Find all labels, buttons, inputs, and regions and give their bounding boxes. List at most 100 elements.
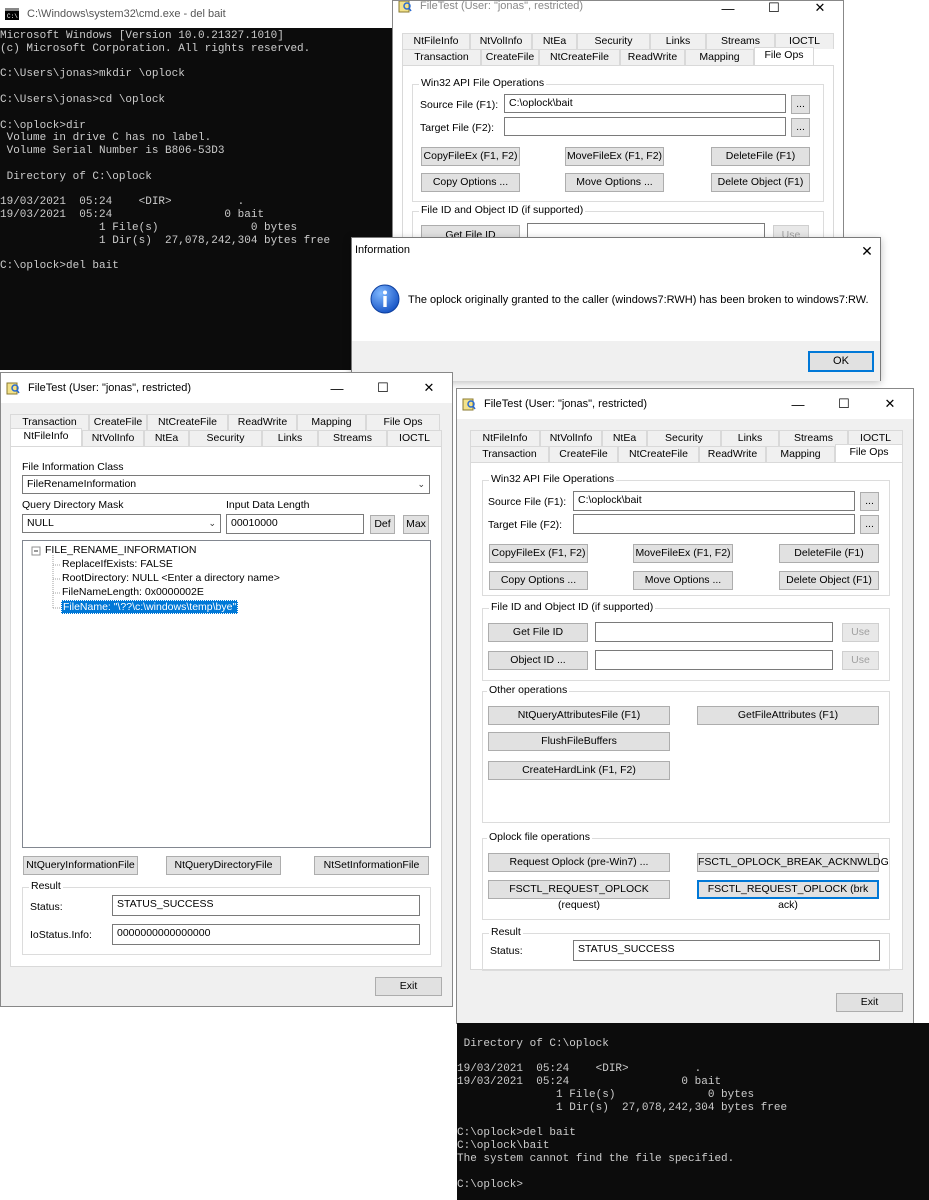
max-button[interactable]: Max: [403, 515, 429, 534]
deletefile-button[interactable]: DeleteFile (F1): [779, 544, 879, 563]
tree-node-file-name-length[interactable]: FileNameLength: 0x0000002E: [62, 586, 204, 598]
getfileattributes-button[interactable]: GetFileAttributes (F1): [697, 706, 879, 725]
deletefile-button[interactable]: DeleteFile (F1): [711, 147, 810, 166]
tab-file-ops[interactable]: File Ops: [835, 444, 903, 462]
info-class-combo[interactable]: FileRenameInformation ⌄: [22, 475, 430, 494]
oplock-break-ack-button[interactable]: FSCTL_OPLOCK_BREAK_ACKNWLDG: [697, 853, 889, 872]
file-id-input[interactable]: [595, 622, 833, 642]
delete-object-button[interactable]: Delete Object (F1): [779, 571, 879, 590]
move-options-button[interactable]: Move Options ...: [565, 173, 664, 192]
tab-security[interactable]: Security: [647, 430, 721, 446]
source-file-input[interactable]: C:\oplock\bait: [573, 491, 855, 511]
movefileex-button[interactable]: MoveFileEx (F1, F2): [633, 544, 733, 563]
tab-transaction[interactable]: Transaction: [470, 446, 549, 462]
tab-ntfileinfo[interactable]: NtFileInfo: [402, 33, 470, 49]
object-id-button[interactable]: Object ID ...: [488, 651, 588, 670]
tab-security[interactable]: Security: [189, 430, 262, 446]
tab-ntea[interactable]: NtEa: [602, 430, 647, 446]
filetest-top-titlebar: FileTest (User: "jonas", restricted) — ☐…: [393, 1, 843, 15]
tab-createfile[interactable]: CreateFile: [89, 414, 147, 430]
cmd-output[interactable]: Microsoft Windows [Version 10.0.21327.10…: [0, 30, 392, 370]
tab-streams[interactable]: Streams: [318, 430, 387, 446]
use-file-id-button[interactable]: Use: [842, 623, 879, 642]
tree-node-replace-if-exists[interactable]: ReplaceIfExists: FALSE: [62, 558, 173, 570]
minimize-button[interactable]: —: [705, 1, 751, 15]
tree-node-file-name[interactable]: FileName: "\??\c:\windows\temp\bye": [61, 600, 239, 614]
information-close-button[interactable]: ✕: [852, 240, 882, 262]
close-button[interactable]: ✕: [797, 1, 843, 15]
fsctl-request-oplock-brk-ack-button[interactable]: FSCTL_REQUEST_OPLOCK (brk ack): [697, 880, 879, 911]
exit-button[interactable]: Exit: [836, 993, 903, 1012]
close-button[interactable]: ✕: [867, 389, 913, 419]
tab-createfile[interactable]: CreateFile: [481, 49, 539, 65]
tab-security[interactable]: Security: [577, 33, 650, 49]
minimize-button[interactable]: —: [775, 389, 821, 419]
tab-mapping[interactable]: Mapping: [766, 446, 835, 462]
tab-transaction[interactable]: Transaction: [402, 49, 481, 65]
copyfileex-button[interactable]: CopyFileEx (F1, F2): [489, 544, 588, 563]
source-file-input[interactable]: C:\oplock\bait: [504, 94, 786, 113]
browse-source-button[interactable]: ...: [791, 95, 810, 114]
ntquerydirectoryfile-button[interactable]: NtQueryDirectoryFile: [166, 856, 281, 875]
close-button[interactable]: ✕: [406, 373, 452, 403]
object-id-input[interactable]: [595, 650, 833, 670]
tab-links[interactable]: Links: [650, 33, 706, 49]
ntqueryinformationfile-button[interactable]: NtQueryInformationFile: [23, 856, 138, 875]
tab-file-ops[interactable]: File Ops: [754, 47, 814, 65]
ok-button[interactable]: OK: [808, 351, 874, 372]
tab-links[interactable]: Links: [262, 430, 318, 446]
info-tree[interactable]: FILE_RENAME_INFORMATION ReplaceIfExists:…: [22, 540, 431, 848]
tab-ntvolinfo[interactable]: NtVolInfo: [540, 430, 602, 446]
browse-target-button[interactable]: ...: [860, 515, 879, 534]
tab-ntea[interactable]: NtEa: [532, 33, 577, 49]
tab-links[interactable]: Links: [721, 430, 779, 446]
maximize-button[interactable]: ☐: [360, 373, 406, 403]
minimize-button[interactable]: —: [314, 373, 360, 403]
status-label: Status:: [30, 901, 63, 913]
cmd-output-bottom[interactable]: Directory of C:\oplock 19/03/2021 05:24 <…: [457, 1023, 929, 1200]
target-file-input[interactable]: [504, 117, 786, 136]
copyfileex-button[interactable]: CopyFileEx (F1, F2): [421, 147, 520, 166]
query-mask-combo[interactable]: NULL ⌄: [22, 514, 221, 533]
tab-readwrite[interactable]: ReadWrite: [699, 446, 766, 462]
movefileex-button[interactable]: MoveFileEx (F1, F2): [565, 147, 664, 166]
def-button[interactable]: Def: [370, 515, 395, 534]
tab-ntcreatefile[interactable]: NtCreateFile: [618, 446, 699, 462]
tree-node-root-directory[interactable]: RootDirectory: NULL <Enter a directory n…: [62, 572, 280, 584]
tab-mapping[interactable]: Mapping: [685, 49, 754, 65]
tab-readwrite[interactable]: ReadWrite: [228, 414, 297, 430]
tab-ntea[interactable]: NtEa: [144, 430, 189, 446]
tab-ntcreatefile[interactable]: NtCreateFile: [539, 49, 620, 65]
fsctl-request-oplock-button[interactable]: FSCTL_REQUEST_OPLOCK (request): [488, 880, 670, 911]
tab-ntvolinfo[interactable]: NtVolInfo: [470, 33, 532, 49]
browse-source-button[interactable]: ...: [860, 492, 879, 511]
ntsetinformationfile-button[interactable]: NtSetInformationFile: [314, 856, 429, 875]
browse-target-button[interactable]: ...: [791, 118, 810, 137]
input-length-input[interactable]: 00010000: [226, 514, 364, 534]
tab-mapping[interactable]: Mapping: [297, 414, 366, 430]
copy-options-button[interactable]: Copy Options ...: [489, 571, 588, 590]
flushfilebuffers-button[interactable]: FlushFileBuffers: [488, 732, 670, 751]
tab-ntcreatefile[interactable]: NtCreateFile: [147, 414, 228, 430]
delete-object-button[interactable]: Delete Object (F1): [711, 173, 810, 192]
maximize-button[interactable]: ☐: [751, 1, 797, 15]
exit-button[interactable]: Exit: [375, 977, 442, 996]
maximize-button[interactable]: ☐: [821, 389, 867, 419]
tree-root-node[interactable]: FILE_RENAME_INFORMATION: [45, 544, 197, 556]
get-file-id-button[interactable]: Get File ID: [488, 623, 588, 642]
use-object-id-button[interactable]: Use: [842, 651, 879, 670]
tab-readwrite[interactable]: ReadWrite: [620, 49, 685, 65]
tab-createfile[interactable]: CreateFile: [549, 446, 618, 462]
tab-ntfileinfo[interactable]: NtFileInfo: [470, 430, 540, 446]
tab-file-ops[interactable]: File Ops: [366, 414, 440, 430]
request-oplock-button[interactable]: Request Oplock (pre-Win7) ...: [488, 853, 670, 872]
copy-options-button[interactable]: Copy Options ...: [421, 173, 520, 192]
move-options-button[interactable]: Move Options ...: [633, 571, 733, 590]
target-file-input[interactable]: [573, 514, 855, 534]
fileid-group-label: File ID and Object ID (if supported): [489, 601, 656, 613]
createhardlink-button[interactable]: CreateHardLink (F1, F2): [488, 761, 670, 780]
tab-ioctl[interactable]: IOCTL: [387, 430, 442, 446]
ntqueryattributesfile-button[interactable]: NtQueryAttributesFile (F1): [488, 706, 670, 725]
tab-ntfileinfo[interactable]: NtFileInfo: [10, 428, 82, 446]
tab-ntvolinfo[interactable]: NtVolInfo: [82, 430, 144, 446]
